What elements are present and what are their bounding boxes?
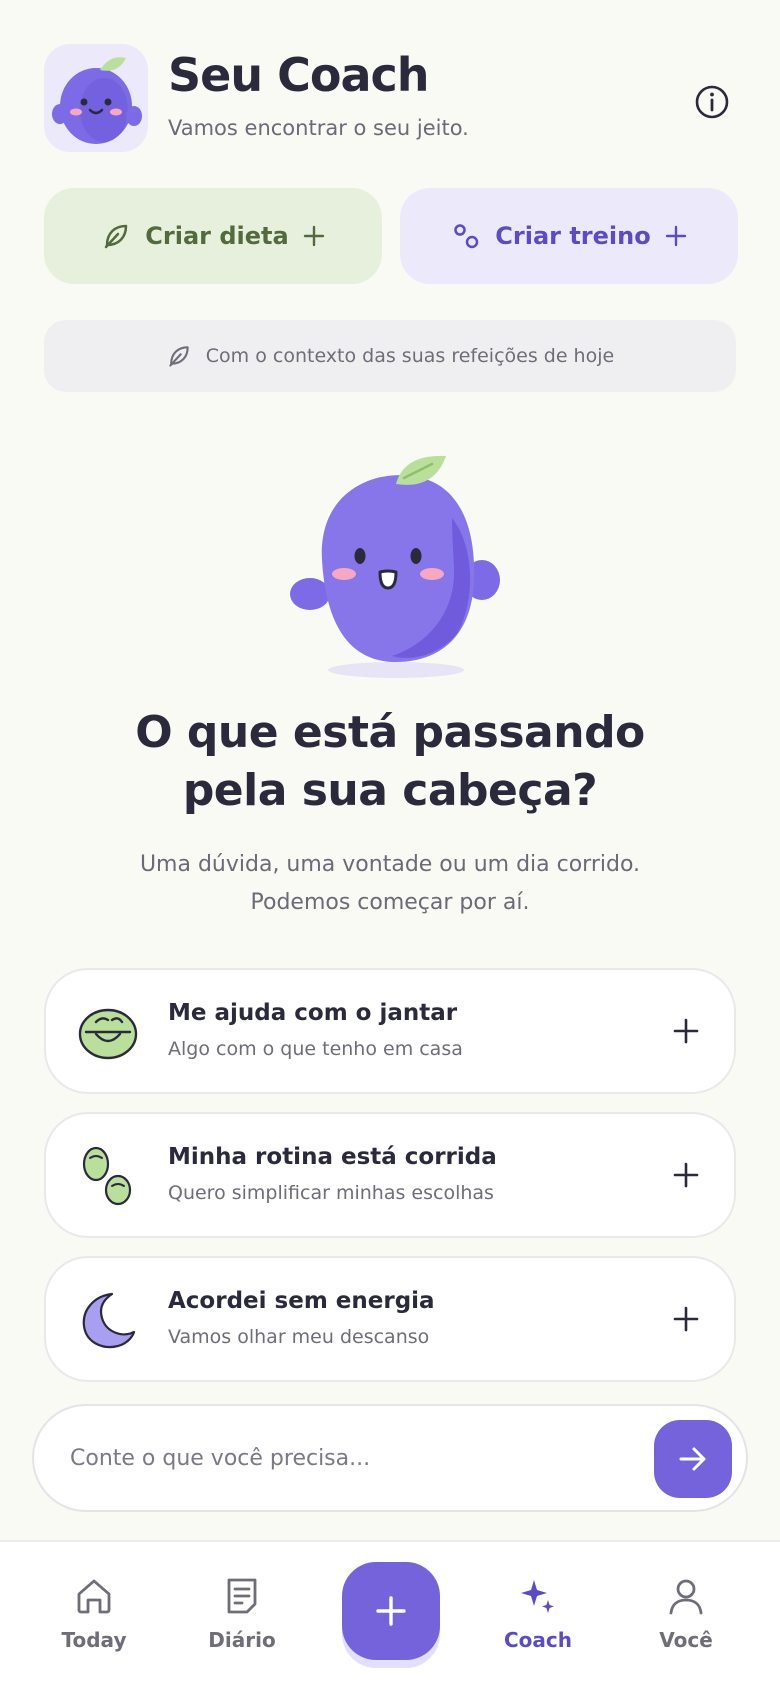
bottom-nav: Today Diário Coach Você [0,1540,780,1688]
hero-title-line1: O que está passando [135,707,645,758]
suggestion-subtitle: Vamos olhar meu descanso [168,1326,430,1348]
meal-context-bar[interactable]: Com o contexto das suas refeições de hoj… [44,320,736,392]
page-subtitle: Vamos encontrar o seu jeito. [168,116,469,140]
nav-voce[interactable]: Você [626,1576,746,1652]
create-workout-label: Criar treino [495,222,651,250]
hero-title: O que está passando pela sua cabeça? [60,704,720,820]
suggestion-card-routine[interactable]: Minha rotina está corrida Quero simplifi… [44,1112,736,1238]
info-icon [695,85,729,119]
leaf-icon [105,224,128,249]
create-diet-button[interactable]: Criar dieta [44,188,382,284]
journal-icon [227,1578,257,1614]
add-button[interactable] [342,1562,440,1660]
nav-voce-label: Você [659,1628,713,1652]
leaf-icon [169,346,189,367]
hero-subtitle: Uma dúvida, uma vontade ou um dia corrid… [60,846,720,922]
create-diet-label: Criar dieta [145,222,289,250]
workout-rings-icon [454,224,479,249]
coach-avatar [44,44,148,152]
quick-actions: Criar dieta Criar treino [44,188,738,284]
arrow-right-icon [679,1447,706,1471]
moon-icon [76,1288,140,1352]
header: Seu Coach Vamos encontrar o seu jeito. [44,44,736,154]
info-button[interactable] [688,78,736,126]
hero-subtitle-line2: Podemos começar por aí. [250,890,530,915]
suggestion-card-energy[interactable]: Acordei sem energia Vamos olhar meu desc… [44,1256,736,1382]
sparkle-icon [521,1580,554,1613]
nav-today-label: Today [61,1628,127,1652]
create-workout-button[interactable]: Criar treino [400,188,738,284]
hero-title-line2: pela sua cabeça? [182,765,598,816]
nav-today[interactable]: Today [34,1576,154,1652]
suggestion-subtitle: Quero simplificar minhas escolhas [168,1182,494,1204]
plus-icon[interactable] [664,1297,708,1341]
mascot-avatar-icon [52,57,142,144]
coach-mascot [288,448,504,684]
suggestion-title: Minha rotina está corrida [168,1144,497,1170]
page-title: Seu Coach [168,48,430,102]
message-composer [32,1404,748,1512]
hero-subtitle-line1: Uma dúvida, uma vontade ou um dia corrid… [139,852,641,877]
plus-icon [376,1596,406,1626]
message-input[interactable] [70,1436,630,1480]
suggestion-card-dinner[interactable]: Me ajuda com o jantar Algo com o que ten… [44,968,736,1094]
send-button[interactable] [654,1420,732,1498]
plus-icon[interactable] [664,1153,708,1197]
nav-diario[interactable]: Diário [182,1576,302,1652]
peas-icon [76,1144,140,1208]
nav-diario-label: Diário [208,1628,276,1652]
home-icon [77,1579,111,1614]
plus-icon[interactable] [664,1009,708,1053]
suggestion-title: Me ajuda com o jantar [168,1000,458,1026]
bowl-face-icon [76,1000,140,1064]
nav-coach[interactable]: Coach [478,1576,598,1652]
suggestion-subtitle: Algo com o que tenho em casa [168,1038,463,1060]
suggestion-title: Acordei sem energia [168,1288,435,1314]
plus-icon [665,225,686,247]
mascot-icon [290,455,500,678]
plus-icon [303,225,324,247]
meal-context-text: Com o contexto das suas refeições de hoj… [205,345,615,367]
nav-coach-label: Coach [503,1628,572,1652]
user-icon [669,1579,703,1615]
